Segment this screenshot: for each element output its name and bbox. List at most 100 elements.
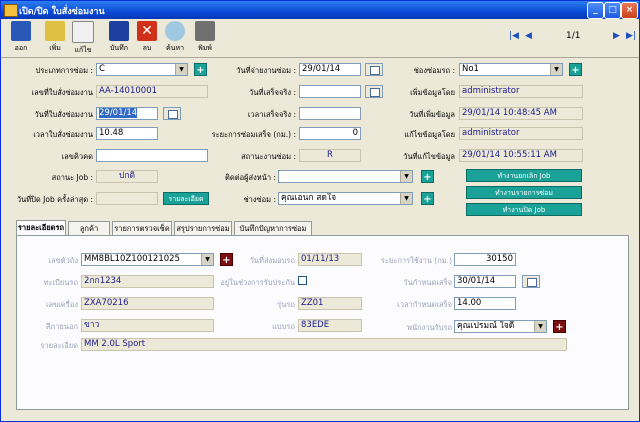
add-label: เพิ่ม [49,44,61,52]
created-date-label: วันที่เพิ่มข้อมูล [409,110,455,119]
plate-label: ทะเบียนรถ [43,278,78,287]
body-no-label: เลขตัวถัง [48,256,78,265]
order-date-value: 29/01/14 [99,108,138,118]
last-record-icon[interactable]: ▶| [626,31,636,41]
order-time-field[interactable]: 10.48 [96,127,158,140]
add-repair-type-button[interactable]: + [194,63,207,76]
repair-type-select[interactable]: C ▼ [96,63,188,76]
distance-field[interactable]: 0 [299,127,361,140]
page-indicator: 1/1 [566,31,581,41]
title-bar: เปิด/ปิด ใบสั่งซ่อมงาน _ □ × [1,1,639,19]
add-note-icon [45,21,65,41]
advisor-select[interactable]: คุณเปรมณ์ ใจดี ▼ [454,320,547,333]
tab-inspection[interactable]: รายการตรวจเช็ค [112,221,172,235]
mechanic-value: คุณเอนก สดใจ [281,193,337,203]
tab-repair-problems[interactable]: บันทึกปัญหาการซ่อม [234,221,312,235]
minimize-button[interactable]: _ [587,2,604,19]
main-window: เปิด/ปิด ใบสั่งซ่อมงาน _ □ × ออก เพิ่ม แ… [0,0,640,422]
updated-date-field: 29/01/14 10:55:11 AM [459,149,583,162]
search-label: ค้นหา [165,44,184,52]
repair-date-calendar-icon[interactable] [365,63,383,76]
search-button[interactable]: ค้นหา [161,21,189,54]
details-button[interactable]: รายละเอียด [163,192,209,205]
cancel-job-button[interactable]: ทำงานยกเลิก Job [466,169,582,182]
channel-select[interactable]: No1 ▼ [459,63,563,76]
finish-date-label: วันที่เสร็จจริง : [249,88,296,97]
order-date-field[interactable]: 29/01/14 [96,107,158,120]
created-date-field: 29/01/14 10:48:45 AM [459,107,583,120]
prev-record-icon[interactable]: ◀ [525,31,532,41]
add-mechanic-button[interactable]: + [421,192,434,205]
edit-button[interactable]: แก้ไข [69,21,97,56]
contact-chevron-icon: ▼ [400,171,412,182]
finish-date-calendar-icon[interactable] [365,85,383,98]
repair-list-button[interactable]: ทำงานรายการซ่อม [466,186,582,199]
delete-button[interactable]: ✕ ลบ [133,21,161,54]
repair-status-label: สถานะงานซ่อม : [241,152,296,161]
finish-date-field[interactable] [299,85,361,98]
advisor-value: คุณเปรมณ์ ใจดี [457,321,515,331]
channel-label: ช่องซ่อมรถ : [413,66,455,75]
plate-field: 2กก1234 [81,275,214,288]
mechanic-label: ช่างซ่อม : [243,195,276,204]
vehicle-panel: เลขตัวถัง MM8BL10Z100121025 ▼ + ทะเบียนรถ… [16,235,629,410]
print-button[interactable]: พิมพ์ [191,21,219,54]
order-time-label: เวลาใบสั่งซ่อมงาน [33,130,93,139]
add-contact-button[interactable]: + [421,170,434,183]
maximize-button[interactable]: □ [604,2,621,19]
mileage-field[interactable]: 30150 [454,253,516,266]
contact-select[interactable]: ▼ [278,170,413,183]
delete-label: ลบ [142,44,152,52]
exit-label: ออก [14,44,28,52]
printer-icon [195,21,215,41]
appoint-date-field[interactable]: 30/01/14 [454,275,516,288]
warranty-label: อยู่ในช่วงการรับประกัน [220,278,295,287]
save-button[interactable]: บันทึก [105,21,133,54]
toolbar: ออก เพิ่ม แก้ไข บันทึก ✕ ลบ ค้นหา พิมพ์ … [1,19,639,58]
finish-time-label: เวลาเสร็จจริง : [247,110,296,119]
next-record-icon[interactable]: ▶ [613,31,620,41]
distance-label: ระยะการซ่อมเสร็จ (กม.) : [211,130,296,139]
tab-vehicle-details[interactable]: รายละเอียดรถ [16,220,66,236]
add-advisor-button[interactable]: + [553,320,566,333]
tab-customer[interactable]: ลูกค้า [68,221,110,235]
queue-field[interactable] [96,149,208,162]
body-no-chevron-icon: ▼ [201,254,213,265]
type-field: 83EDE [298,319,362,332]
mechanic-chevron-icon: ▼ [400,193,412,204]
tab-repair-summary[interactable]: สรุปรายการซ่อม [174,221,232,235]
first-record-icon[interactable]: |◀ [509,31,519,41]
contact-label: ติดต่อผู้ส่งหน้า : [225,173,276,182]
warranty-checkbox[interactable] [298,276,307,285]
repair-type-label: ประเภทการซ่อม : [35,66,94,75]
exit-button[interactable]: ออก [7,21,35,54]
last-closed-field [96,192,158,205]
job-number-field: AA-14010001 [96,85,208,98]
finish-time-field[interactable] [299,107,361,120]
edit-label: แก้ไข [74,46,92,54]
add-channel-button[interactable]: + [569,63,582,76]
queue-label: เลขคิวคด [61,152,93,161]
channel-chevron-icon: ▼ [550,64,562,75]
channel-value: No1 [462,64,479,74]
detail-field: MM 2.0L Sport [81,338,567,351]
appoint-date-label: วันกำหนดเสร็จ [403,278,452,287]
close-button[interactable]: × [621,2,638,19]
save-disk-icon [109,21,129,41]
appoint-time-field[interactable]: 14.00 [454,297,516,310]
add-button[interactable]: เพิ่ม [41,21,69,54]
mechanic-select[interactable]: คุณเอนก สดใจ ▼ [278,192,413,205]
magnifier-icon [165,21,185,41]
updated-date-label: วันที่แก้ไขข้อมูล [403,152,455,161]
repair-date-label: วันที่จ่ายงานซ่อม : [236,66,296,75]
appoint-time-label: เวลากำหนดเสร็จ [397,300,452,309]
updated-by-label: แก้ไขข้อมูลโดย [404,130,455,139]
close-job-button[interactable]: ทำงานปิด Job [466,203,582,216]
appoint-calendar-icon[interactable] [522,275,540,288]
body-no-select[interactable]: MM8BL10Z100121025 ▼ [81,253,214,266]
calendar-icon[interactable] [163,107,181,120]
save-label: บันทึก [109,44,129,52]
repair-date-field[interactable]: 29/01/14 [299,63,361,76]
mileage-label: ระยะการใช้งาน (กม.) [380,256,452,265]
advisor-chevron-icon: ▼ [534,321,546,332]
